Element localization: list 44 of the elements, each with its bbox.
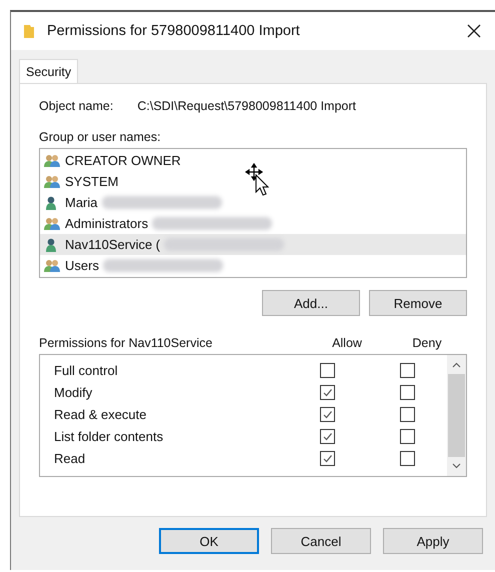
- object-name-label: Object name:: [39, 99, 114, 113]
- allow-checkbox[interactable]: [320, 428, 334, 444]
- security-tab[interactable]: Security: [19, 59, 78, 83]
- scroll-down-icon[interactable]: [452, 463, 461, 469]
- permission-name: Full control: [54, 362, 119, 378]
- dialog-button[interactable]: Apply: [383, 528, 483, 554]
- permission-name: Modify: [54, 384, 94, 400]
- deny-checkbox[interactable]: [400, 406, 414, 422]
- group-list-item[interactable]: Users: [40, 255, 466, 276]
- group-list-item[interactable]: CREATOR OWNER: [40, 150, 466, 171]
- deny-header: Deny: [411, 336, 443, 350]
- permission-name: Read: [54, 450, 86, 466]
- group-list-item[interactable]: Maria: [40, 192, 466, 213]
- scrollbar[interactable]: [447, 355, 466, 476]
- allow-checkbox[interactable]: [320, 362, 334, 378]
- checkmark-icon: [322, 386, 332, 398]
- group-list-label: Group or user names:: [39, 130, 162, 144]
- allow-checkbox[interactable]: [320, 450, 334, 466]
- scroll-up-icon[interactable]: [452, 362, 461, 368]
- group-list-item[interactable]: SYSTEM: [40, 171, 466, 192]
- group-list-item[interactable]: Administrators: [40, 213, 466, 234]
- folder-icon: [23, 23, 35, 39]
- scrollbar-thumb[interactable]: [448, 374, 465, 457]
- permission-name: Read & execute: [54, 406, 148, 422]
- allow-header: Allow: [331, 336, 363, 350]
- deny-checkbox[interactable]: [400, 450, 414, 466]
- permission-name: List folder contents: [54, 428, 164, 444]
- checkmark-icon: [322, 430, 332, 442]
- allow-checkbox[interactable]: [320, 384, 334, 400]
- add-button[interactable]: Add...: [262, 290, 360, 316]
- dialog-button[interactable]: Cancel: [271, 528, 371, 554]
- remove-button[interactable]: Remove: [369, 290, 467, 316]
- window-title: Permissions for 5798009811400 Import: [47, 23, 301, 39]
- permissions-label: Permissions for Nav110Service: [39, 336, 214, 350]
- close-icon[interactable]: [467, 24, 481, 38]
- checkmark-icon: [322, 408, 332, 420]
- deny-checkbox[interactable]: [400, 362, 414, 378]
- dialog-button[interactable]: OK: [159, 528, 259, 554]
- allow-checkbox[interactable]: [320, 406, 334, 422]
- checkmark-icon: [322, 452, 332, 464]
- deny-checkbox[interactable]: [400, 384, 414, 400]
- deny-checkbox[interactable]: [400, 428, 414, 444]
- group-list-item[interactable]: Nav110Service (: [40, 234, 466, 255]
- object-path: C:\SDI\Request\5798009811400 Import: [137, 99, 356, 113]
